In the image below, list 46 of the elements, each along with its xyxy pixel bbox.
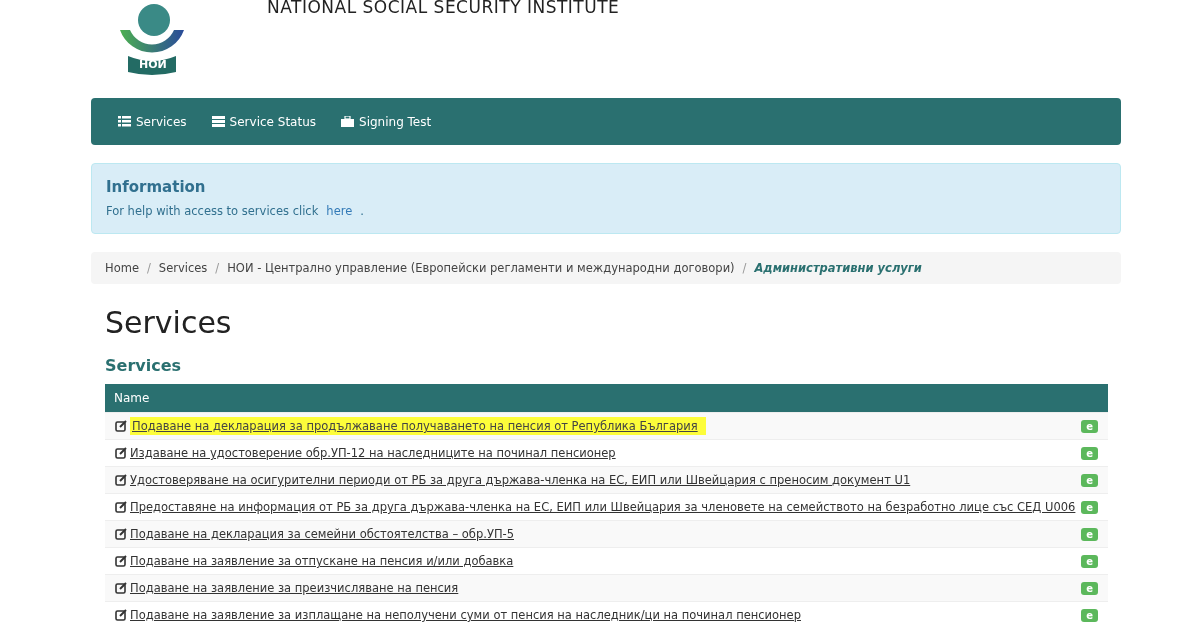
help-link[interactable]: here: [326, 204, 353, 218]
service-link[interactable]: Подаване на декларация за семейни обстоятелства – обр.УП-5: [130, 525, 514, 543]
e-badge: e: [1081, 608, 1098, 622]
nav-link[interactable]: Signing Test: [341, 114, 432, 129]
e-badge: e: [1081, 419, 1098, 433]
e-badge: e: [1081, 527, 1098, 541]
edit-icon: [115, 447, 127, 459]
edit-icon: [115, 420, 127, 432]
service-link[interactable]: Подаване на заявление за изплащане на неполучени суми от пенсия на наследник/ци на починал пенсионер: [130, 606, 801, 624]
column-header: Name: [114, 391, 150, 405]
breadcrumb-separator: /: [215, 261, 220, 275]
section-title: Services: [105, 356, 183, 376]
info-title: Information: [106, 178, 207, 196]
edit-icon: [115, 582, 127, 594]
e-badge: e: [1081, 500, 1098, 514]
info-text: For help with access to services click: [106, 204, 319, 218]
breadcrumb-separator: /: [146, 261, 151, 275]
service-link[interactable]: Предоставяне на информация от РБ за друга държава-членка на ЕС, ЕИП или Швейцария за членовете на семейството на безработно лице със СЕД U006: [130, 498, 1076, 516]
briefcase-icon: [341, 116, 354, 127]
page-title: Services: [105, 306, 233, 340]
edit-icon: [115, 474, 127, 486]
service-link[interactable]: Подаване на заявление за отпускане на пенсия и/или добавка: [130, 552, 514, 570]
service-link[interactable]: Издаване на удостоверение обр.УП-12 на наследниците на починал пенсионер: [130, 444, 616, 462]
nav-link[interactable]: Service Status: [211, 114, 316, 129]
breadcrumb-link[interactable]: Home: [105, 261, 139, 275]
nav-link[interactable]: Services: [118, 114, 187, 129]
logo-text: НОИ: [139, 58, 167, 71]
list-icon: [118, 116, 131, 127]
server-icon: [211, 116, 225, 127]
service-link[interactable]: Подаване на заявление за преизчисляване на пенсия: [130, 579, 459, 597]
info-text-end: .: [360, 204, 364, 218]
e-badge: e: [1081, 581, 1098, 595]
breadcrumb-current: Административни услуги: [754, 261, 922, 275]
breadcrumb-link[interactable]: НОИ - Централно управление (Европейски регламенти и международни договори): [227, 261, 735, 275]
edit-icon: [115, 501, 127, 513]
site-title: NATIONAL SOCIAL SECURITY INSTITUTE: [267, 0, 620, 14]
service-link[interactable]: Удостоверяване на осигурителни периоди от РБ за друга държава-членка на ЕС, ЕИП или Швейцария с преносим документ U1: [130, 471, 911, 489]
service-link[interactable]: Подаване на декларация за продължаване получаването на пенсия от Република България: [130, 417, 706, 435]
e-badge: e: [1081, 446, 1098, 460]
edit-icon: [115, 555, 127, 567]
e-badge: e: [1081, 554, 1098, 568]
edit-icon: [115, 528, 127, 540]
edit-icon: [115, 609, 127, 621]
breadcrumb-link[interactable]: Services: [158, 261, 208, 275]
breadcrumb-separator: /: [742, 261, 747, 275]
e-badge: e: [1081, 473, 1098, 487]
